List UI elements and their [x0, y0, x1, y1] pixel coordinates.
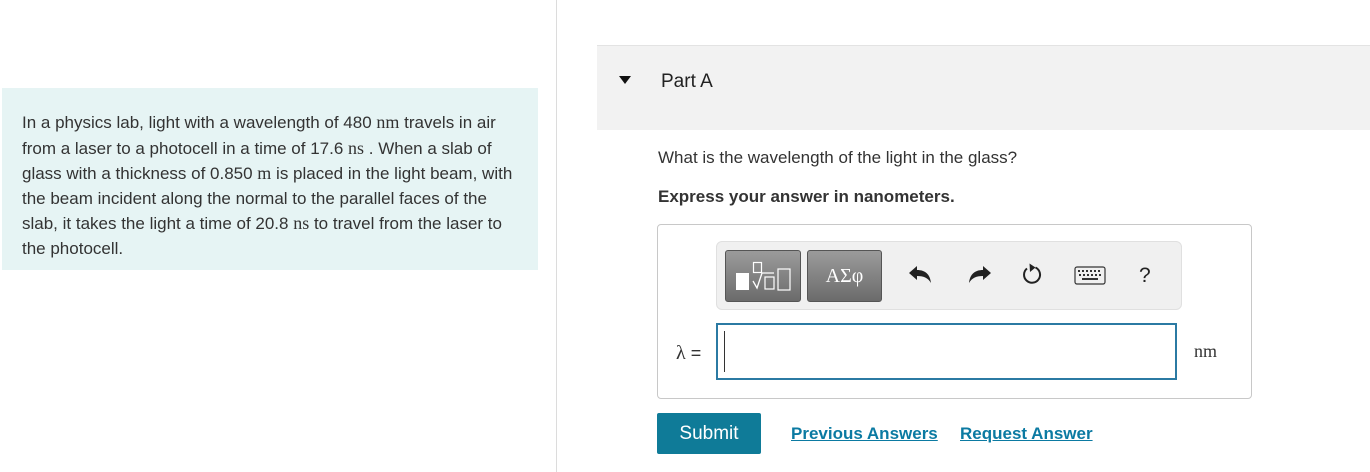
problem-statement: In a physics lab, light with a wavelengt… [22, 110, 520, 261]
unit-symbol: nm [376, 112, 400, 132]
text-cursor [724, 331, 725, 372]
undo-icon[interactable] [907, 264, 935, 286]
part-header[interactable]: Part A [597, 45, 1370, 130]
part-title: Part A [661, 71, 713, 92]
lambda-symbol: λ [676, 342, 686, 364]
problem-text-segment: In a physics lab, light with a wavelengt… [22, 113, 377, 132]
help-icon[interactable]: ? [1139, 264, 1151, 288]
greek-symbols-button[interactable]: ΑΣφ [807, 250, 882, 302]
equals-sign: = [690, 343, 702, 363]
redo-icon[interactable] [965, 264, 993, 286]
keyboard-icon[interactable] [1074, 266, 1106, 286]
answer-unit: nm [1194, 341, 1218, 361]
request-answer-link[interactable]: Request Answer [960, 424, 1093, 444]
templates-icon [736, 261, 791, 291]
unit-symbol: ns [293, 213, 310, 233]
templates-button[interactable] [725, 250, 801, 302]
unit-symbol: m [257, 163, 272, 183]
problem-statement-box: In a physics lab, light with a wavelengt… [2, 88, 538, 270]
collapse-caret-icon[interactable] [619, 76, 631, 84]
previous-answers-link[interactable]: Previous Answers [791, 424, 938, 444]
answer-instruction: Express your answer in nanometers. [658, 187, 955, 206]
submit-button[interactable]: Submit [657, 413, 761, 454]
answer-variable-label: λ = [676, 342, 701, 365]
column-divider [556, 0, 557, 472]
reset-icon[interactable] [1019, 262, 1045, 288]
math-toolbar: ΑΣφ ? [716, 241, 1182, 310]
greek-icon: ΑΣφ [825, 265, 864, 287]
question-text: What is the wavelength of the light in t… [658, 148, 1018, 167]
unit-symbol: ns [348, 137, 365, 158]
answer-input[interactable] [716, 323, 1177, 380]
